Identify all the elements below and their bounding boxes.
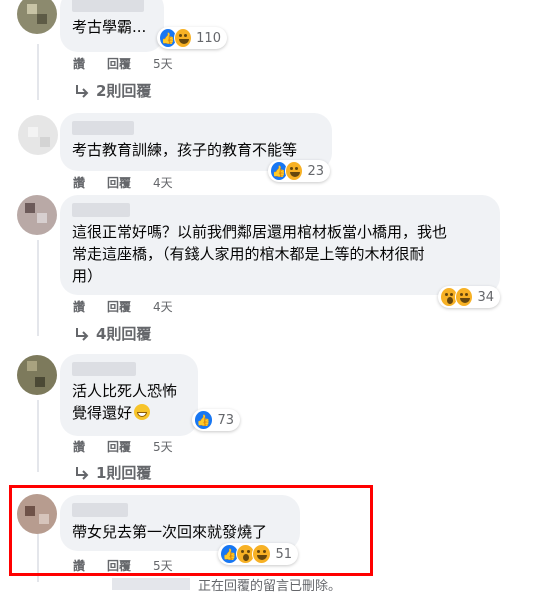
like-link[interactable]: 讚: [73, 55, 85, 72]
timestamp[interactable]: 5天: [153, 55, 173, 72]
reaction-summary[interactable]: 👍 73: [192, 409, 240, 431]
comment-text: 考古學霸...: [72, 18, 147, 36]
reaction-count: 110: [196, 30, 221, 46]
comment-text: 考古教育訓練，孩子的教育不能等: [72, 141, 298, 159]
comment-text: 這很正常好嗎？以前我們鄰居還用棺材板當小橋用，我也 常走這座橋，（有錢人家用的棺…: [72, 223, 448, 285]
comment-actions: 讚 回覆 4天: [73, 174, 195, 191]
haha-reaction-icon: [455, 287, 474, 307]
highlight-box: [9, 485, 373, 576]
view-replies-link[interactable]: 2則回覆: [74, 80, 151, 101]
view-replies-link[interactable]: 4則回覆: [74, 323, 151, 344]
like-link[interactable]: 讚: [73, 298, 85, 315]
reaction-count: 23: [307, 163, 324, 179]
reaction-summary[interactable]: 👍 110: [157, 27, 227, 49]
haha-reaction-icon: [174, 28, 193, 48]
comment-text-line: 活人比死人恐怖: [72, 382, 178, 400]
timestamp[interactable]: 5天: [153, 438, 173, 455]
commenter-name[interactable]: [72, 362, 136, 376]
comment-bubble: 活人比死人恐怖 覺得還好: [60, 354, 198, 436]
reply-link[interactable]: 回覆: [107, 438, 131, 455]
comment-bubble: 這很正常好嗎？以前我們鄰居還用棺材板當小橋用，我也 常走這座橋，（有錢人家用的棺…: [60, 195, 500, 295]
like-reaction-icon: 👍: [194, 410, 214, 430]
replies-count-label: 4則回覆: [96, 325, 152, 343]
comment-actions: 讚 回覆 5天: [73, 438, 195, 455]
comment-actions: 讚 回覆 4天: [73, 298, 195, 315]
comment-actions: 讚 回覆 5天: [73, 55, 195, 72]
thread-line: [37, 400, 39, 472]
like-link[interactable]: 讚: [73, 174, 85, 191]
avatar[interactable]: [17, 195, 57, 235]
thread-line: [37, 44, 39, 100]
timestamp[interactable]: 4天: [153, 174, 173, 191]
avatar[interactable]: [17, 0, 57, 34]
like-link[interactable]: 讚: [73, 438, 85, 455]
blurred-name: [112, 578, 190, 590]
deleted-comment-notice: 正在回覆的留言已刪除。: [198, 579, 342, 594]
commenter-name[interactable]: [72, 121, 134, 135]
reply-link[interactable]: 回覆: [107, 55, 131, 72]
reply-link[interactable]: 回覆: [107, 174, 131, 191]
reaction-count: 34: [477, 289, 494, 305]
replies-count-label: 1則回覆: [96, 464, 152, 482]
replies-count-label: 2則回覆: [96, 82, 152, 100]
reply-arrow-icon: [76, 327, 89, 341]
reaction-summary[interactable]: 👍 23: [268, 160, 330, 182]
commenter-name[interactable]: [72, 0, 144, 12]
reply-arrow-icon: [76, 466, 89, 480]
grinning-sweat-emoji-icon: [134, 404, 151, 420]
comment-bubble: 考古學霸...: [60, 0, 164, 52]
commenter-name[interactable]: [72, 203, 130, 217]
haha-reaction-icon: [285, 161, 304, 181]
avatar[interactable]: [18, 115, 58, 155]
reply-link[interactable]: 回覆: [107, 298, 131, 315]
reaction-count: 73: [217, 412, 234, 428]
reaction-summary[interactable]: 34: [438, 286, 500, 308]
reply-arrow-icon: [76, 84, 89, 98]
thread-line: [37, 240, 39, 336]
timestamp[interactable]: 4天: [153, 298, 173, 315]
view-replies-link[interactable]: 1則回覆: [74, 462, 151, 483]
comment-text-line: 覺得還好: [72, 404, 133, 422]
avatar[interactable]: [17, 355, 57, 395]
